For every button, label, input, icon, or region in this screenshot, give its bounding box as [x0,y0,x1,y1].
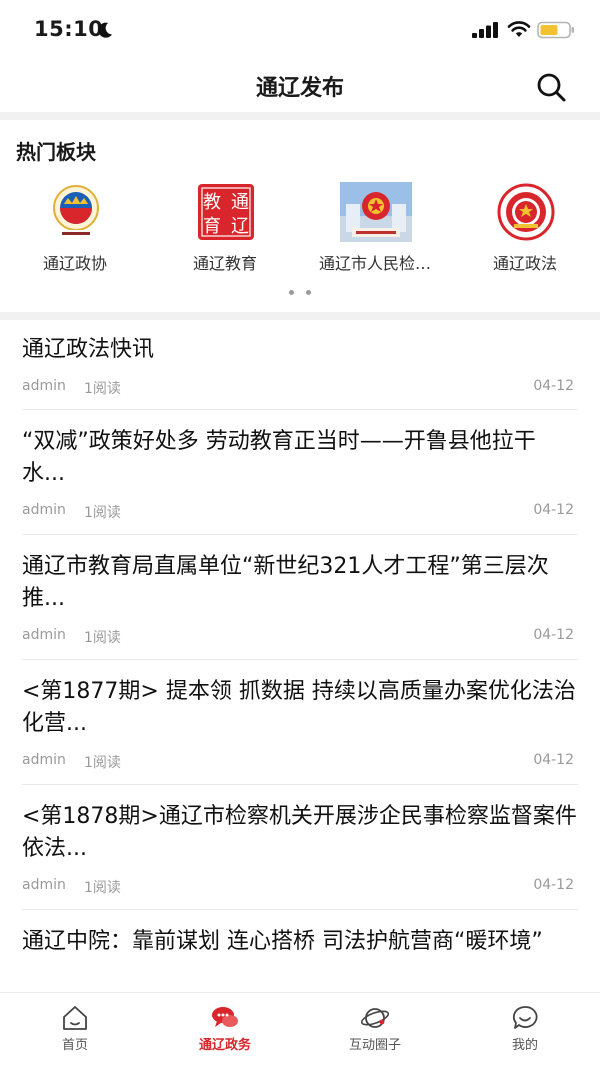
seal-char: 教 [203,192,221,213]
news-item[interactable]: <第1878期>通辽市检察机关开展涉企民事检察监督案件依法... admin 1… [22,801,578,896]
page-title: 通辽发布 [255,76,344,101]
tab-community[interactable]: 互动圈子 [300,993,450,1067]
political-legal-emblem-icon [497,183,555,241]
carousel-page-indicator [287,290,317,298]
news-meta: admin 1阅读 04-12 [22,877,578,896]
cellular-signal-icon [472,22,498,38]
news-title[interactable]: 通辽市教育局直属单位“新世纪321人才工程”第三层次推... [22,551,578,615]
news-date: 04-12 [533,627,574,643]
hot-item-cppcc[interactable]: 通辽政协 [0,182,150,273]
news-meta: admin 1阅读 04-12 [22,502,578,521]
news-item[interactable]: <第1877期> 提本领 抓数据 持续以高质量办案优化法治化营... admin… [22,676,578,771]
news-read-count: 1阅读 [84,381,121,397]
bottom-tab-bar: 首页 通辽政务 互动圈子 我的 [0,992,600,1067]
news-list[interactable]: 通辽政法快讯 admin 1阅读 04-12 “双减”政策好处多 劳动教育正当时… [0,320,600,992]
news-item[interactable]: 通辽中院：靠前谋划 连心搭桥 司法护航营商“暖环境” [22,926,578,958]
news-item[interactable]: 通辽市教育局直属单位“新世纪321人才工程”第三层次推... admin 1阅读… [22,551,578,646]
tab-label: 首页 [61,1038,88,1053]
tab-label: 互动圈子 [348,1038,401,1053]
hot-section: 热门板块 通辽政协 教 通 育 辽 通辽教育 通辽市人民检… 通辽政法 [0,120,600,312]
row-divider [22,784,578,785]
news-author: admin [22,877,66,893]
section-divider [0,312,600,320]
wifi-icon [507,21,531,37]
nav-bar: 通辽发布 [0,60,600,112]
news-author: admin [22,378,66,394]
news-title[interactable]: 通辽中院：靠前谋划 连心搭桥 司法护航营商“暖环境” [22,926,578,958]
hot-item-political-legal[interactable]: 通辽政法 [450,182,600,273]
row-divider [22,409,578,410]
page-dot [306,290,311,295]
hot-item-label: 通辽政法 [492,254,557,273]
hot-item-procuratorate[interactable]: 通辽市人民检… [300,182,450,273]
news-date: 04-12 [533,877,574,893]
education-seal-icon: 教 通 育 辽 [198,184,254,240]
news-title[interactable]: <第1877期> 提本领 抓数据 持续以高质量办案优化法治化营... [22,676,578,740]
hot-item-education[interactable]: 教 通 育 辽 通辽教育 [150,182,300,273]
news-read-count: 1阅读 [84,880,121,896]
status-time: 15:10 [34,17,104,41]
news-meta: admin 1阅读 04-12 [22,752,578,771]
news-author: admin [22,752,66,768]
hot-item-label: 通辽市人民检… [318,254,431,273]
page-dot [289,290,294,295]
news-read-count: 1阅读 [84,755,121,771]
tab-home[interactable]: 首页 [0,993,150,1067]
home-icon [63,1006,87,1030]
news-item[interactable]: 通辽政法快讯 admin 1阅读 04-12 [22,334,578,397]
seal-char: 通 [231,192,249,213]
seal-char: 育 [203,216,221,237]
smile-bubble-icon [512,1006,538,1029]
news-title[interactable]: 通辽政法快讯 [22,334,578,366]
row-divider [22,534,578,535]
planet-icon [360,1008,390,1028]
battery-icon [537,21,574,39]
app-screen: 15:10 通辽发布 热门板块 通辽政协 教 通 育 辽 通辽教育 通辽市人民检… [0,0,600,1067]
news-author: admin [22,627,66,643]
row-divider [22,909,578,910]
news-item[interactable]: “双减”政策好处多 劳动教育正当时——开鲁县他拉干水... admin 1阅读 … [22,426,578,521]
news-title[interactable]: <第1878期>通辽市检察机关开展涉企民事检察监督案件依法... [22,801,578,865]
news-date: 04-12 [533,378,574,394]
moon-icon [98,22,112,38]
tab-label: 我的 [511,1038,538,1053]
tab-profile[interactable]: 我的 [450,993,600,1067]
tab-label: 通辽政务 [198,1038,251,1053]
news-date: 04-12 [533,502,574,518]
cppcc-emblem-icon [53,185,99,237]
tab-government[interactable]: 通辽政务 [150,993,300,1067]
search-icon[interactable] [534,70,568,104]
news-meta: admin 1阅读 04-12 [22,627,578,646]
news-read-count: 1阅读 [84,630,121,646]
chat-bubbles-icon [212,1007,238,1027]
news-read-count: 1阅读 [84,505,121,521]
seal-char: 辽 [231,216,249,237]
news-title[interactable]: “双减”政策好处多 劳动教育正当时——开鲁县他拉干水... [22,426,578,490]
hot-item-label: 通辽教育 [192,254,257,273]
section-divider [0,112,600,120]
news-author: admin [22,502,66,518]
hot-items-carousel[interactable]: 通辽政协 教 通 育 辽 通辽教育 通辽市人民检… 通辽政法 [0,182,600,273]
news-meta: admin 1阅读 04-12 [22,378,578,397]
status-bar: 15:10 [0,0,600,60]
news-date: 04-12 [533,752,574,768]
hot-item-label: 通辽政协 [42,254,107,273]
row-divider [22,659,578,660]
hot-section-heading: 热门板块 [16,140,96,164]
procuratorate-emblem-icon [340,182,412,242]
